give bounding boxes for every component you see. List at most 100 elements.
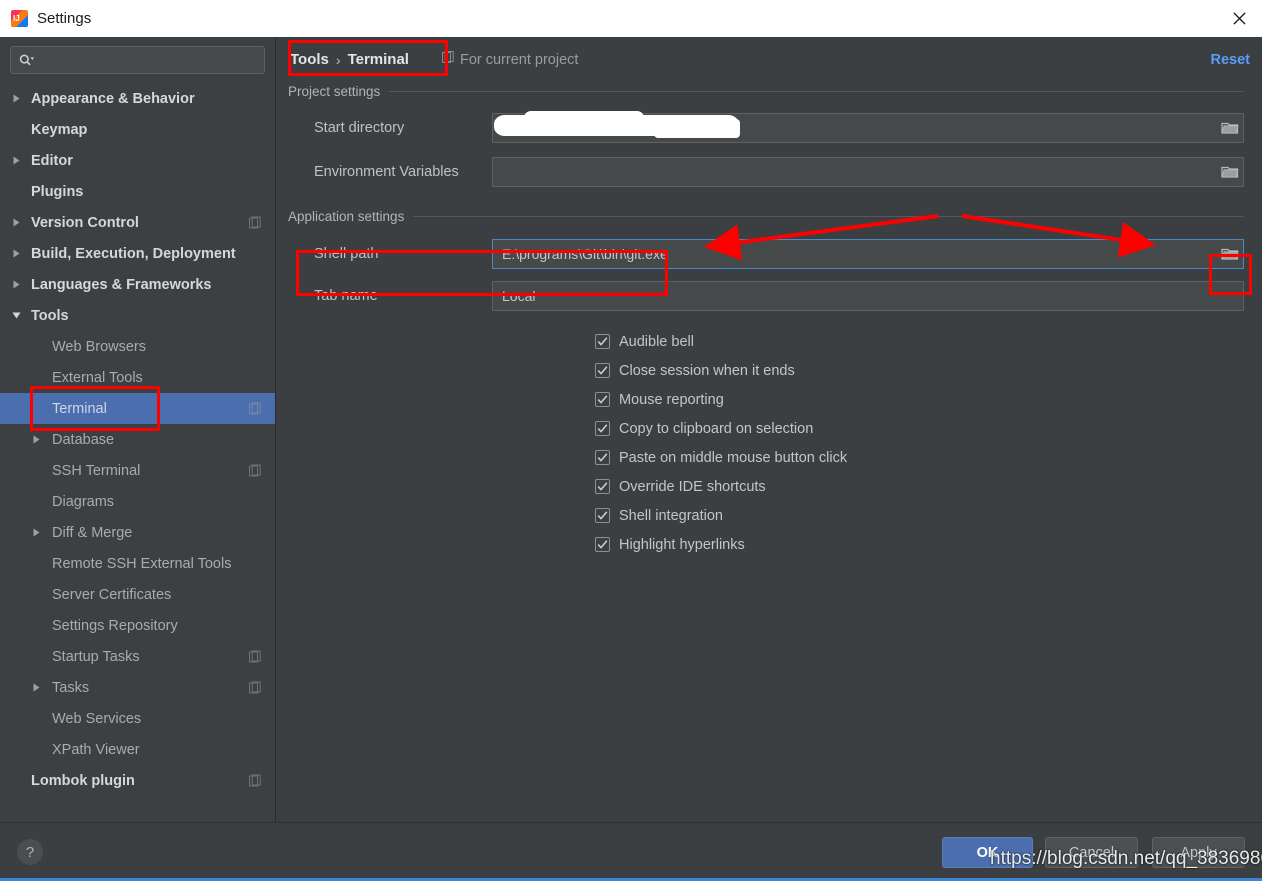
checkbox-checked-icon[interactable] xyxy=(595,537,610,552)
project-settings-header: Project settings xyxy=(277,84,1262,99)
reset-link[interactable]: Reset xyxy=(1211,52,1251,68)
sidebar-item-label: External Tools xyxy=(52,369,143,386)
checkbox-row-audible-bell[interactable]: Audible bell xyxy=(595,327,1262,356)
window-title: Settings xyxy=(37,10,92,27)
checkbox-row-paste-on-middle-mouse-button-click[interactable]: Paste on middle mouse button click xyxy=(595,443,1262,472)
chevron-right-icon[interactable] xyxy=(32,683,48,692)
checkbox-row-close-session-when-it-ends[interactable]: Close session when it ends xyxy=(595,356,1262,385)
application-settings-title: Application settings xyxy=(288,209,405,224)
chevron-right-icon[interactable] xyxy=(12,280,28,289)
checkbox-checked-icon[interactable] xyxy=(595,479,610,494)
checkbox-checked-icon[interactable] xyxy=(595,363,610,378)
checkbox-checked-icon[interactable] xyxy=(595,392,610,407)
checkbox-label: Close session when it ends xyxy=(619,362,795,379)
checkbox-row-highlight-hyperlinks[interactable]: Highlight hyperlinks xyxy=(595,530,1262,559)
sidebar-item-version-control[interactable]: Version Control xyxy=(0,207,275,238)
checkbox-label: Paste on middle mouse button click xyxy=(619,449,848,466)
tab-name-input[interactable] xyxy=(492,281,1244,311)
sidebar-item-tasks[interactable]: Tasks xyxy=(0,672,275,703)
checkbox-checked-icon[interactable] xyxy=(595,334,610,349)
project-scope-icon xyxy=(441,51,454,68)
apply-button[interactable]: Apply xyxy=(1152,837,1245,868)
project-scope-icon xyxy=(249,464,261,477)
terminal-options-list: Audible bell Close session when it ends Mo… xyxy=(277,327,1262,559)
sidebar-item-label: SSH Terminal xyxy=(52,462,141,479)
section-divider xyxy=(389,91,1244,92)
checkbox-label: Copy to clipboard on selection xyxy=(619,420,814,437)
sidebar-item-terminal[interactable]: Terminal xyxy=(0,393,275,424)
chevron-down-icon[interactable] xyxy=(12,311,28,320)
chevron-right-icon[interactable] xyxy=(12,156,28,165)
sidebar-item-label: Lombok plugin xyxy=(31,772,135,789)
sidebar-item-server-certificates[interactable]: Server Certificates xyxy=(0,579,275,610)
window-titlebar: Settings xyxy=(0,0,1262,37)
tab-name-input-wrap xyxy=(492,281,1244,311)
help-button[interactable]: ? xyxy=(17,839,43,865)
sidebar-item-label: Version Control xyxy=(31,214,139,231)
environment-variables-folder-icon[interactable] xyxy=(1216,157,1244,185)
sidebar-item-xpath-viewer[interactable]: XPath Viewer xyxy=(0,734,275,765)
intellij-idea-icon xyxy=(11,10,28,27)
start-directory-input-wrap xyxy=(492,111,1244,143)
search-box[interactable] xyxy=(10,46,265,74)
redaction-overlay xyxy=(494,111,740,138)
sidebar-item-ssh-terminal[interactable]: SSH Terminal xyxy=(0,455,275,486)
sidebar-item-label: Tools xyxy=(31,307,69,324)
sidebar-item-keymap[interactable]: Keymap xyxy=(0,114,275,145)
chevron-right-icon[interactable] xyxy=(12,218,28,227)
sidebar-item-database[interactable]: Database xyxy=(0,424,275,455)
checkbox-row-override-ide-shortcuts[interactable]: Override IDE shortcuts xyxy=(595,472,1262,501)
chevron-right-icon[interactable] xyxy=(12,94,28,103)
breadcrumb-parent[interactable]: Tools xyxy=(290,51,329,68)
start-directory-label: Start directory xyxy=(314,120,405,136)
environment-variables-input[interactable] xyxy=(492,157,1244,187)
checkbox-checked-icon[interactable] xyxy=(595,508,610,523)
checkbox-row-mouse-reporting[interactable]: Mouse reporting xyxy=(595,385,1262,414)
sidebar-item-web-browsers[interactable]: Web Browsers xyxy=(0,331,275,362)
sidebar-item-label: Web Services xyxy=(52,710,142,727)
sidebar-item-lombok-plugin[interactable]: Lombok plugin xyxy=(0,765,275,796)
checkbox-checked-icon[interactable] xyxy=(595,421,610,436)
sidebar-item-startup-tasks[interactable]: Startup Tasks xyxy=(0,641,275,672)
sidebar-item-label: Server Certificates xyxy=(52,586,172,603)
sidebar-item-label: Diagrams xyxy=(52,493,115,510)
sidebar-item-label: Startup Tasks xyxy=(52,648,140,665)
chevron-right-icon[interactable] xyxy=(32,528,48,537)
sidebar-item-editor[interactable]: Editor xyxy=(0,145,275,176)
sidebar-item-web-services[interactable]: Web Services xyxy=(0,703,275,734)
sidebar-item-label: Build, Execution, Deployment xyxy=(31,245,236,262)
chevron-right-icon[interactable] xyxy=(32,435,48,444)
start-directory-folder-icon[interactable] xyxy=(1216,113,1244,141)
breadcrumb-bar: Tools › Terminal For current project Res… xyxy=(277,37,1262,82)
environment-variables-input-wrap xyxy=(492,157,1244,187)
chevron-right-icon[interactable] xyxy=(12,249,28,258)
application-settings-header: Application settings xyxy=(277,209,1262,224)
project-scope-icon xyxy=(249,216,261,229)
sidebar-item-languages-frameworks[interactable]: Languages & Frameworks xyxy=(0,269,275,300)
sidebar-item-label: Web Browsers xyxy=(52,338,147,355)
sidebar-item-plugins[interactable]: Plugins xyxy=(0,176,275,207)
checkbox-row-shell-integration[interactable]: Shell integration xyxy=(595,501,1262,530)
tab-name-label: Tab name xyxy=(314,288,378,304)
shell-path-input[interactable] xyxy=(492,239,1244,269)
sidebar-item-label: XPath Viewer xyxy=(52,741,140,758)
sidebar-item-tools[interactable]: Tools xyxy=(0,300,275,331)
project-scope-icon xyxy=(249,774,261,787)
sidebar-item-label: Appearance & Behavior xyxy=(31,90,195,107)
checkbox-row-copy-to-clipboard-on-selection[interactable]: Copy to clipboard on selection xyxy=(595,414,1262,443)
sidebar-item-appearance-behavior[interactable]: Appearance & Behavior xyxy=(0,83,275,114)
search-container xyxy=(0,37,275,74)
sidebar-item-build-execution-deployment[interactable]: Build, Execution, Deployment xyxy=(0,238,275,269)
sidebar-item-diff-merge[interactable]: Diff & Merge xyxy=(0,517,275,548)
sidebar-item-label: Tasks xyxy=(52,679,90,696)
sidebar-item-remote-ssh-external-tools[interactable]: Remote SSH External Tools xyxy=(0,548,275,579)
sidebar-item-diagrams[interactable]: Diagrams xyxy=(0,486,275,517)
ok-button[interactable]: OK xyxy=(942,837,1033,868)
checkbox-checked-icon[interactable] xyxy=(595,450,610,465)
cancel-button[interactable]: Cancel xyxy=(1045,837,1138,868)
shell-path-folder-icon[interactable] xyxy=(1216,239,1244,267)
search-input[interactable] xyxy=(35,52,264,68)
sidebar-item-settings-repository[interactable]: Settings Repository xyxy=(0,610,275,641)
sidebar-item-external-tools[interactable]: External Tools xyxy=(0,362,275,393)
close-icon[interactable] xyxy=(1216,0,1262,37)
